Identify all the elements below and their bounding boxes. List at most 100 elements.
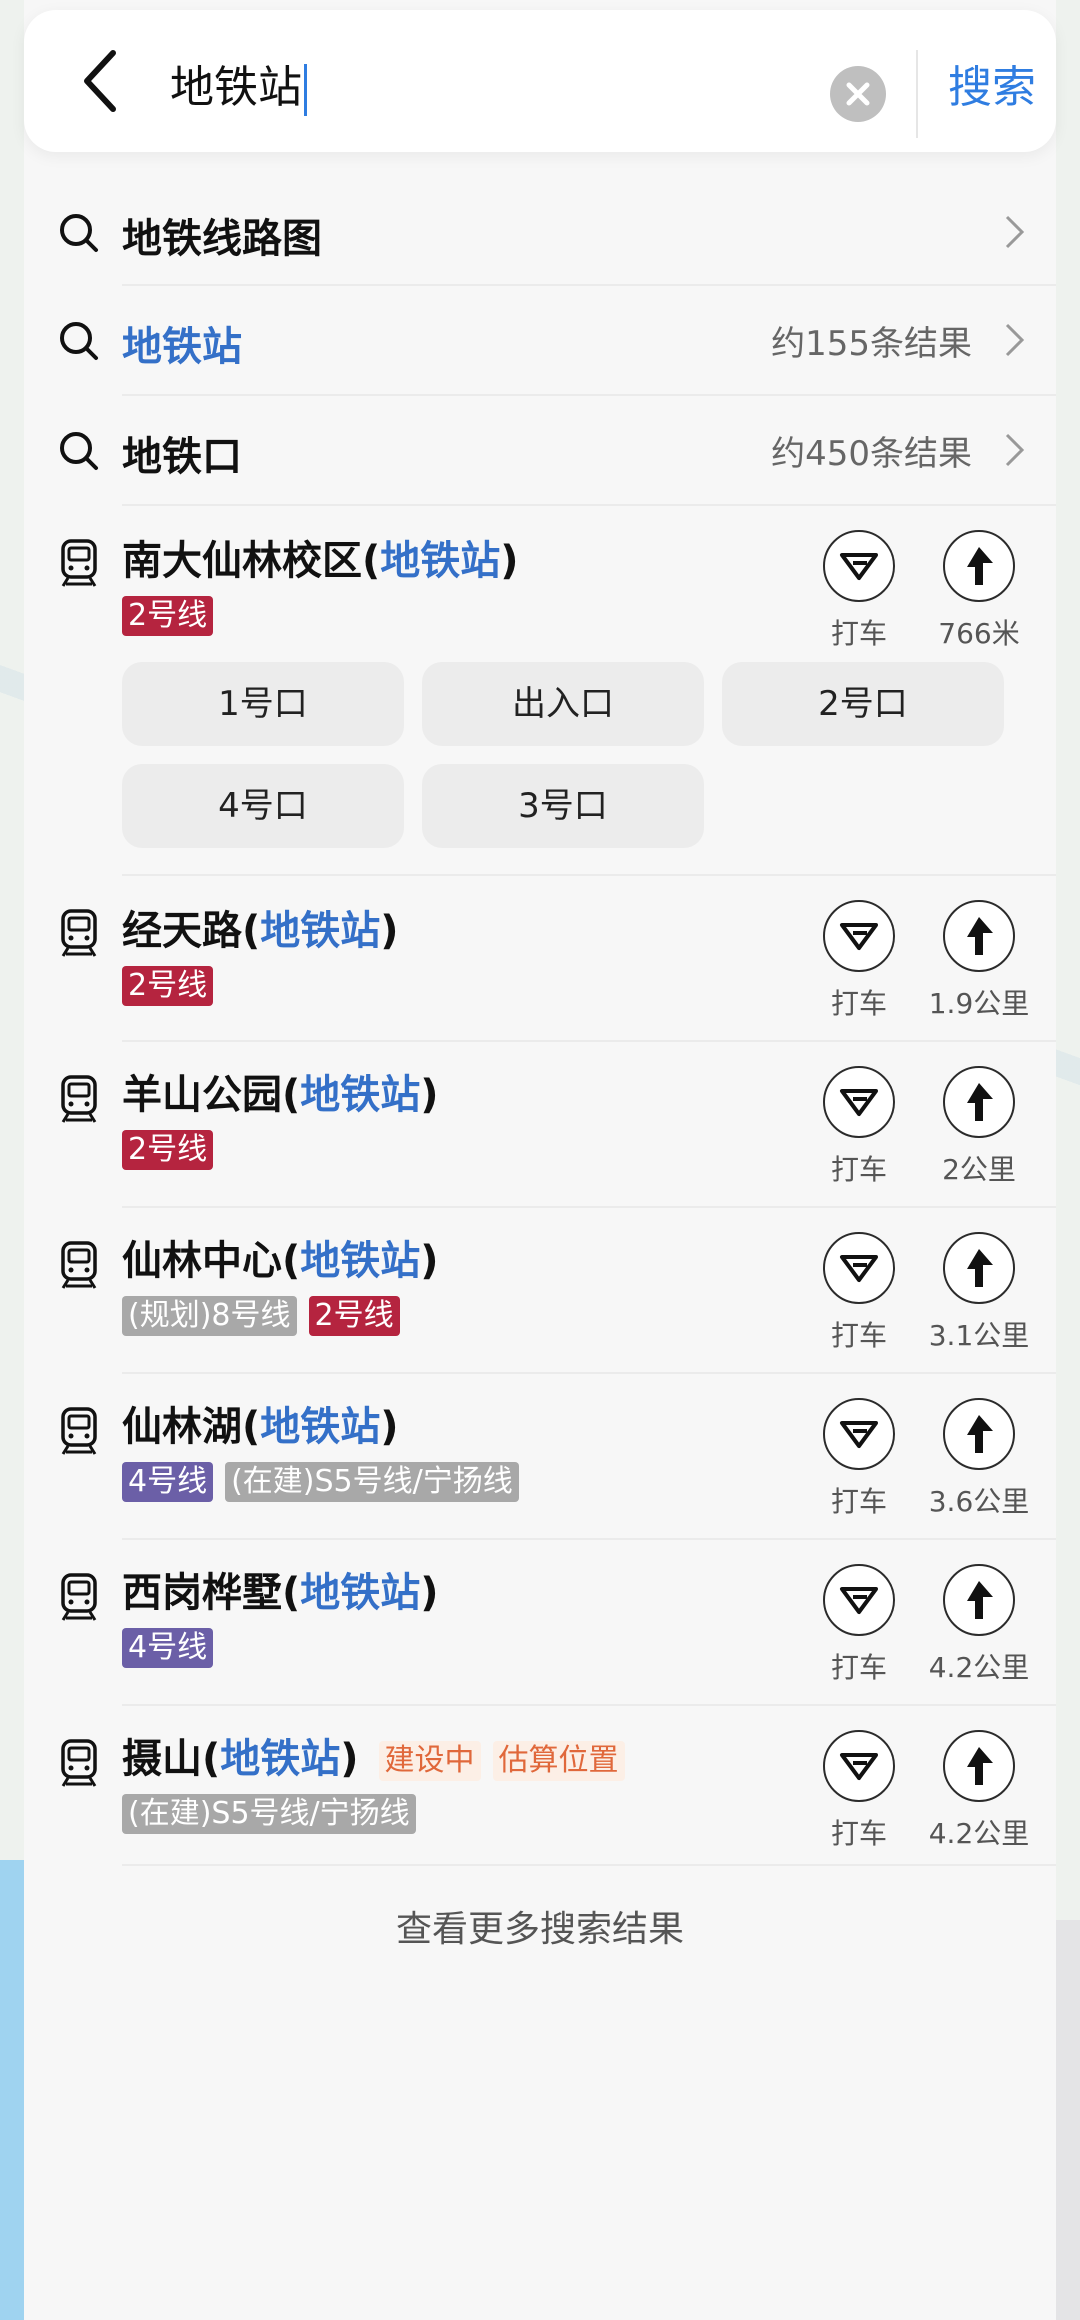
taxi-button[interactable]: 打车: [804, 1232, 914, 1354]
taxi-button[interactable]: 打车: [804, 1398, 914, 1520]
chevron-right-icon: [1005, 215, 1025, 249]
distance-label: 1.9公里: [928, 987, 1030, 1020]
divider: [916, 50, 918, 138]
taxi-icon: [840, 1587, 878, 1614]
exit-button[interactable]: 1号口: [122, 662, 404, 746]
station-item[interactable]: 经天路(地铁站) 2号线 打车 1.9公里: [24, 876, 1056, 1040]
search-input[interactable]: 地铁站: [170, 60, 307, 116]
station-item[interactable]: 摄山(地铁站) 建设中 估算位置 (在建)S5号线/宁扬线 打车 4.2公里: [24, 1706, 1056, 1864]
subway-icon: [61, 1573, 97, 1621]
back-button[interactable]: [64, 46, 134, 116]
line-tag: 4号线: [122, 1628, 214, 1668]
line-tag: 2号线: [308, 1296, 400, 1336]
line-tag: 2号线: [122, 966, 214, 1006]
map-edge: [1055, 1920, 1080, 2320]
close-icon: [846, 82, 870, 106]
search-icon: [60, 432, 98, 470]
exit-button[interactable]: 2号口: [722, 662, 1004, 746]
clear-button[interactable]: [830, 66, 886, 122]
search-icon: [60, 322, 98, 360]
subway-icon: [61, 1241, 97, 1289]
suggestion-row[interactable]: 地铁站 约155条结果: [24, 286, 1056, 394]
divider: [122, 1864, 1056, 1866]
route-button[interactable]: 766米: [924, 530, 1034, 652]
line-tags: 2号线: [122, 596, 225, 636]
distance-label: 4.2公里: [928, 1817, 1030, 1850]
search-button[interactable]: 搜索: [948, 60, 1036, 116]
subway-icon: [61, 1075, 97, 1123]
suggestion-title: 地铁口: [122, 434, 242, 480]
search-icon: [60, 214, 98, 252]
taxi-label: 打车: [830, 1153, 887, 1186]
subway-icon: [61, 1739, 97, 1787]
subway-icon: [61, 539, 97, 587]
line-tags: 2号线: [122, 966, 225, 1006]
station-name: 仙林湖(地铁站): [122, 1404, 399, 1450]
route-arrow-icon: [967, 1747, 993, 1785]
exit-button[interactable]: 4号口: [122, 764, 404, 848]
line-tags: 2号线: [122, 1130, 225, 1170]
taxi-button[interactable]: 打车: [804, 1730, 914, 1852]
taxi-button[interactable]: 打车: [804, 900, 914, 1022]
route-arrow-icon: [967, 1415, 993, 1453]
taxi-icon: [840, 553, 878, 580]
line-tags: (在建)S5号线/宁扬线: [122, 1794, 428, 1834]
route-arrow-icon: [967, 917, 993, 955]
taxi-label: 打车: [830, 1319, 887, 1352]
taxi-button[interactable]: 打车: [804, 1564, 914, 1686]
search-bar: 地铁站 搜索: [24, 10, 1056, 152]
suggestion-row[interactable]: 地铁线路图: [24, 176, 1056, 284]
route-button[interactable]: 4.2公里: [924, 1564, 1034, 1686]
subway-icon: [61, 1407, 97, 1455]
status-badge: 估算位置: [492, 1741, 625, 1781]
station-name: 羊山公园(地铁站): [122, 1072, 439, 1118]
station-name: 南大仙林校区(地铁站): [122, 538, 519, 584]
suggestion-title: 地铁线路图: [122, 216, 322, 262]
station-name: 仙林中心(地铁站): [122, 1238, 439, 1284]
distance-label: 2公里: [942, 1153, 1016, 1186]
distance-label: 4.2公里: [928, 1651, 1030, 1684]
route-button[interactable]: 4.2公里: [924, 1730, 1034, 1852]
line-tags: (规划)8号线 2号线: [122, 1296, 412, 1336]
taxi-button[interactable]: 打车: [804, 530, 914, 652]
suggestion-row[interactable]: 地铁口 约450条结果: [24, 396, 1056, 504]
line-tag: (在建)S5号线/宁扬线: [225, 1462, 519, 1502]
text-caret: [304, 64, 307, 116]
subway-icon: [61, 909, 97, 957]
exit-button[interactable]: 出入口: [422, 662, 704, 746]
route-button[interactable]: 3.1公里: [924, 1232, 1034, 1354]
taxi-label: 打车: [830, 987, 887, 1020]
line-tag: 2号线: [122, 596, 214, 636]
exit-button[interactable]: 3号口: [422, 764, 704, 848]
taxi-icon: [840, 1753, 878, 1780]
suggestion-title: 地铁站: [122, 324, 242, 370]
distance-label: 3.6公里: [928, 1485, 1030, 1518]
distance-label: 766米: [938, 617, 1020, 650]
result-count: 约155条结果: [771, 324, 972, 364]
taxi-label: 打车: [830, 1817, 887, 1850]
station-item[interactable]: 西岗桦墅(地铁站) 4号线 打车 4.2公里: [24, 1540, 1056, 1704]
station-item[interactable]: 仙林中心(地铁站) (规划)8号线 2号线 打车 3.1公里: [24, 1208, 1056, 1372]
station-item[interactable]: 羊山公园(地铁站) 2号线 打车 2公里: [24, 1042, 1056, 1206]
route-arrow-icon: [967, 1581, 993, 1619]
more-results-link[interactable]: 查看更多搜索结果: [24, 1900, 1056, 1952]
route-button[interactable]: 2公里: [924, 1066, 1034, 1188]
route-button[interactable]: 3.6公里: [924, 1398, 1034, 1520]
route-arrow-icon: [967, 1249, 993, 1287]
taxi-icon: [840, 1089, 878, 1116]
taxi-icon: [840, 1421, 878, 1448]
taxi-button[interactable]: 打车: [804, 1066, 914, 1188]
chevron-right-icon: [1005, 433, 1025, 467]
route-button[interactable]: 1.9公里: [924, 900, 1034, 1022]
route-arrow-icon: [967, 547, 993, 585]
route-arrow-icon: [967, 1083, 993, 1121]
taxi-label: 打车: [830, 1485, 887, 1518]
line-tag: (在建)S5号线/宁扬线: [122, 1794, 416, 1834]
station-item[interactable]: 仙林湖(地铁站) 4号线 (在建)S5号线/宁扬线 打车 3.6公里: [24, 1374, 1056, 1538]
taxi-label: 打车: [830, 1651, 887, 1684]
taxi-label: 打车: [830, 617, 887, 650]
distance-label: 3.1公里: [928, 1319, 1030, 1352]
line-tag: 2号线: [122, 1130, 214, 1170]
status-badge: 建设中: [378, 1741, 481, 1781]
station-item[interactable]: 南大仙林校区(地铁站) 2号线 打车 766米 1号口 出入口 2号口 4号口 …: [24, 506, 1056, 874]
